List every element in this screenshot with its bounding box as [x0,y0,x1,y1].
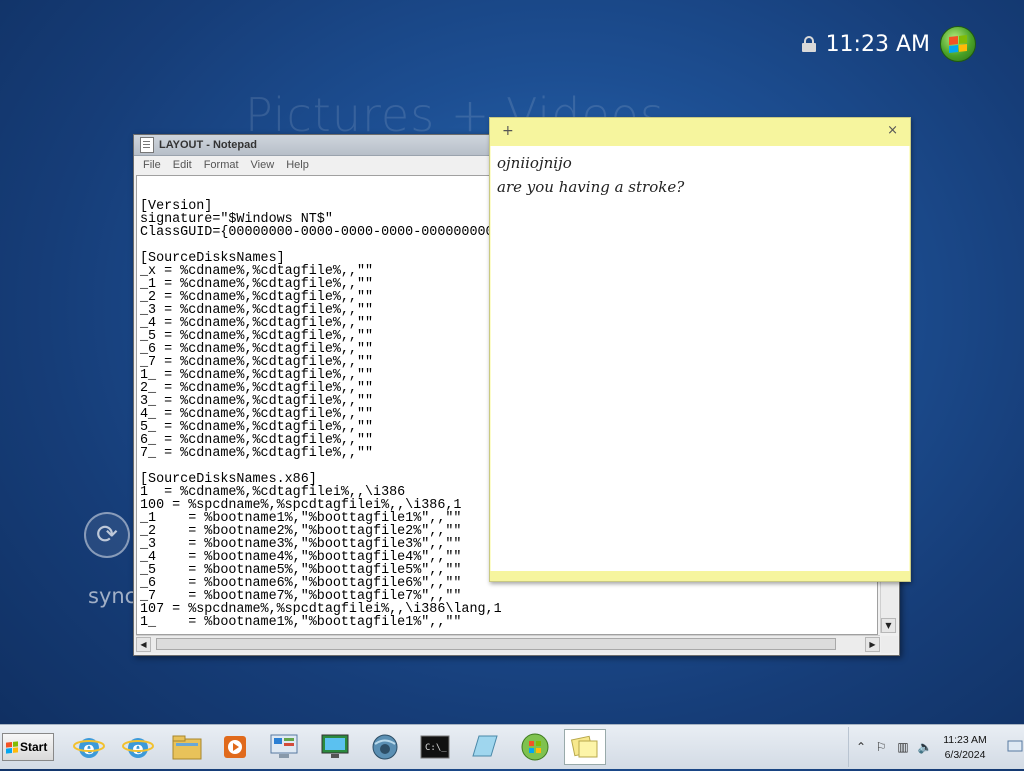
menu-view[interactable]: View [245,159,281,171]
command-prompt-icon[interactable]: C:\_ [414,729,456,765]
taskbar: Start e e C:\_ ⌃ ⚐ ▥ 🔈 11:23 AM 6/3/2024 [0,724,1024,769]
horizontal-scrollbar[interactable]: ◀ ▶ [136,635,880,653]
menu-format[interactable]: Format [198,159,245,171]
sticky-notes-icon[interactable] [564,729,606,765]
file-explorer-icon[interactable] [166,729,208,765]
system-tray: ⌃ ⚐ ▥ 🔈 11:23 AM 6/3/2024 [848,727,1024,767]
action-center-flag-icon[interactable]: ⚐ [873,739,889,755]
network-globe-icon[interactable] [364,729,406,765]
control-panel-icon[interactable] [264,729,306,765]
windows-flag-icon [6,740,18,754]
menu-file[interactable]: File [137,159,167,171]
resize-grip[interactable] [881,636,898,653]
glass-panel-icon[interactable] [464,729,506,765]
media-player-icon[interactable] [214,729,256,765]
sticky-note-line: are you having a stroke? [497,178,685,196]
notepad-icon [140,137,154,153]
desktop-clock-time: 11:23 AM [825,31,930,57]
horizontal-scroll-thumb[interactable] [156,638,836,650]
menu-edit[interactable]: Edit [167,159,198,171]
windows-logo-icon[interactable] [940,26,976,62]
windows-update-icon[interactable] [514,729,556,765]
menu-help[interactable]: Help [280,159,315,171]
sync-icon: ⟳ [84,512,130,558]
internet-explorer-icon[interactable]: e [117,729,159,765]
scroll-right-button[interactable]: ▶ [865,637,880,652]
remote-desktop-icon[interactable] [314,729,356,765]
start-label: Start [20,740,48,754]
internet-explorer-icon[interactable]: e [68,729,110,765]
svg-text:C:\_: C:\_ [425,743,447,753]
sticky-note-body[interactable]: ojniiojnijo are you having a stroke? [491,146,909,571]
show-hidden-icons[interactable]: ⌃ [853,739,869,755]
notepad-title: LAYOUT - Notepad [159,139,257,151]
scroll-down-button[interactable]: ▼ [881,618,896,633]
scroll-left-button[interactable]: ◀ [136,637,151,652]
sync-label: sync [88,584,137,608]
taskbar-clock[interactable]: 11:23 AM 6/3/2024 [935,733,995,763]
sync-widget[interactable]: ⟳ sync [84,512,136,608]
network-icon[interactable]: ▥ [895,739,911,755]
desktop-clock-widget: 11:23 AM [801,26,976,62]
lock-icon [801,36,816,52]
taskbar-clock-date: 6/3/2024 [944,749,986,761]
start-button[interactable]: Start [2,733,54,761]
sticky-note-header[interactable]: + × [490,118,910,146]
show-desktop-button[interactable] [1006,727,1024,767]
sticky-note-line: ojniiojnijo [497,154,572,172]
sticky-note[interactable]: + × ojniiojnijo are you having a stroke? [489,117,911,582]
taskbar-clock-time: 11:23 AM [943,734,987,746]
sticky-note-footer [490,571,910,581]
volume-muted-icon[interactable]: 🔈 [917,739,933,755]
add-note-button[interactable]: + [502,123,514,139]
close-note-button[interactable]: × [887,123,898,138]
